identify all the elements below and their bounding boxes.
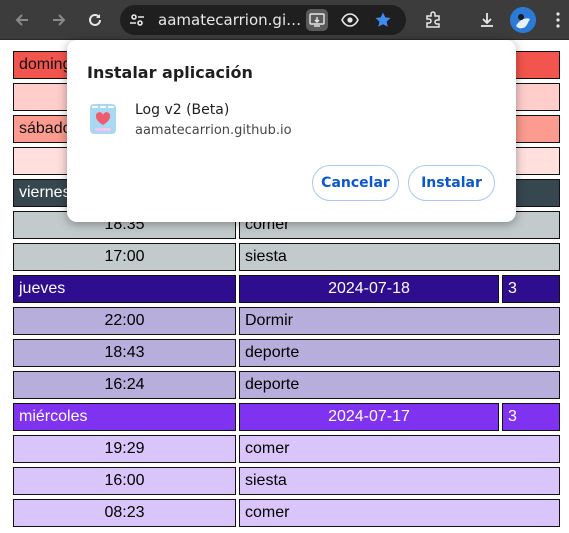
browser-toolbar: aamatecarrion.githu... (0, 0, 569, 40)
back-arrow-icon[interactable] (10, 8, 34, 32)
entry-time[interactable]: 17:00 (13, 243, 236, 271)
eye-icon[interactable] (338, 8, 362, 32)
day-date[interactable]: 2024-07-17 (239, 403, 499, 431)
entry-time[interactable]: 18:43 (13, 339, 236, 367)
extensions-icon[interactable] (421, 8, 445, 32)
entry-activity[interactable]: Dormir (239, 307, 560, 335)
day-name[interactable]: jueves (13, 275, 236, 303)
day-date[interactable]: 2024-07-18 (239, 275, 499, 303)
entry-time[interactable]: 16:24 (13, 371, 236, 399)
bookmark-star-icon[interactable] (371, 8, 395, 32)
url-text[interactable]: aamatecarrion.githu... (158, 11, 306, 29)
profile-avatar[interactable] (510, 7, 536, 33)
entry-activity[interactable]: deporte (239, 371, 560, 399)
address-bar[interactable]: aamatecarrion.githu... (120, 5, 406, 35)
app-name: Log v2 (Beta) (135, 102, 230, 118)
entry-activity[interactable]: comer (239, 499, 560, 527)
install-app-dialog: Instalar aplicación Log v2 (Beta) aamate… (67, 40, 516, 222)
entry-time[interactable]: 08:23 (13, 499, 236, 527)
download-icon[interactable] (475, 8, 499, 32)
install-button[interactable]: Instalar (408, 165, 495, 201)
reload-icon[interactable] (83, 8, 107, 32)
day-name[interactable]: miércoles (13, 403, 236, 431)
install-app-icon[interactable] (306, 9, 328, 31)
entry-time[interactable]: 16:00 (13, 467, 236, 495)
forward-arrow-icon[interactable] (47, 8, 71, 32)
entry-time[interactable]: 19:29 (13, 435, 236, 463)
site-info-icon[interactable] (125, 8, 149, 32)
dialog-title: Instalar aplicación (87, 63, 253, 82)
menu-icon[interactable] (546, 8, 569, 32)
cancel-button[interactable]: Cancelar (312, 165, 399, 201)
entry-activity[interactable]: deporte (239, 339, 560, 367)
entry-time[interactable]: 22:00 (13, 307, 236, 335)
entry-activity[interactable]: siesta (239, 467, 560, 495)
day-count[interactable]: 3 (502, 403, 560, 431)
app-host: aamatecarrion.github.io (135, 123, 292, 138)
day-count[interactable]: 3 (502, 275, 560, 303)
entry-activity[interactable]: comer (239, 435, 560, 463)
entry-activity[interactable]: siesta (239, 243, 560, 271)
app-icon (89, 103, 117, 135)
